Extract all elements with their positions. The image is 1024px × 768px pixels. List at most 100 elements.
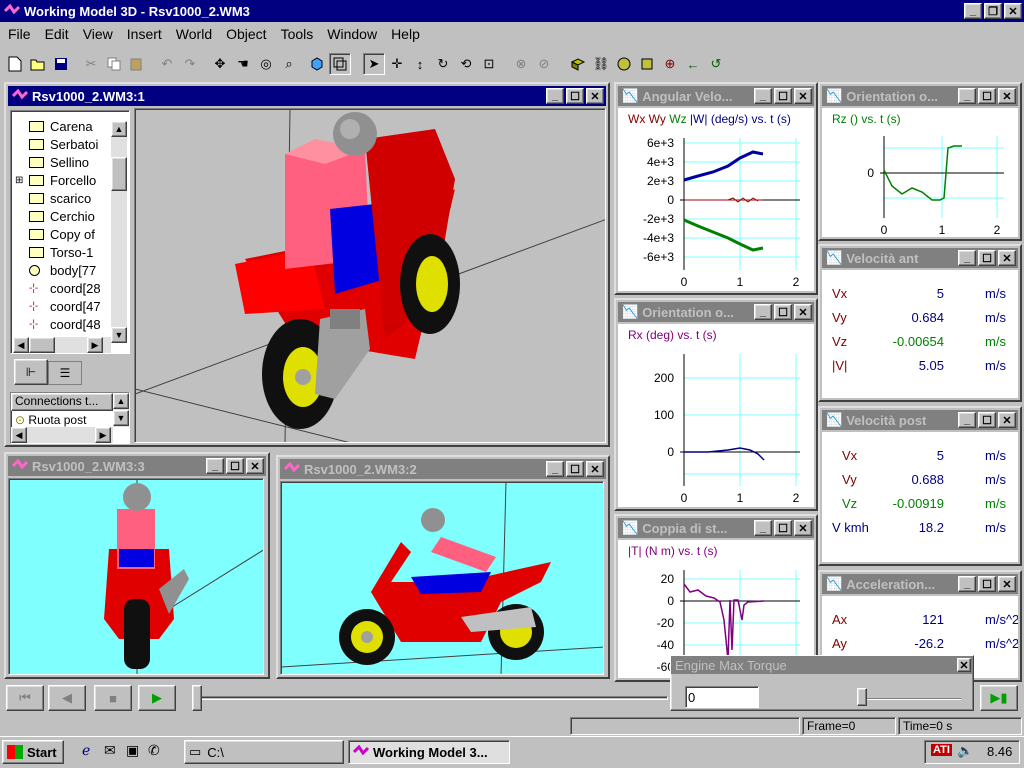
front-maximize-button[interactable]: ☐ bbox=[226, 458, 244, 474]
paste-icon[interactable] bbox=[126, 53, 148, 75]
rotate-z-tool-icon[interactable]: ⟲ bbox=[455, 53, 477, 75]
rewind-button[interactable]: ⏮ bbox=[6, 685, 44, 711]
taskbar-item-working-model[interactable]: Working Model 3... bbox=[348, 740, 510, 764]
close-button[interactable]: ✕ bbox=[1004, 3, 1022, 19]
step-back-button[interactable]: ◀ bbox=[48, 685, 86, 711]
scroll-thumb[interactable] bbox=[111, 157, 127, 191]
torque-maximize-button[interactable]: ☐ bbox=[774, 520, 792, 536]
open-folder-icon[interactable] bbox=[27, 53, 49, 75]
tree-item[interactable]: -¦- coord[47 bbox=[15, 297, 109, 315]
scroll-down-icon[interactable]: ▼ bbox=[111, 327, 127, 343]
cut-icon[interactable]: ✂ bbox=[80, 53, 102, 75]
play-button[interactable]: ▶ bbox=[138, 685, 176, 711]
side-minimize-button[interactable]: _ bbox=[546, 461, 564, 477]
side-close-button[interactable]: ✕ bbox=[586, 461, 604, 477]
hand-icon[interactable]: ☚ bbox=[232, 53, 254, 75]
vertical-tool-icon[interactable]: ↕ bbox=[409, 53, 431, 75]
stop-button[interactable]: ■ bbox=[94, 685, 132, 711]
timeline-thumb[interactable] bbox=[192, 685, 202, 711]
channel-icon[interactable]: ✆ bbox=[148, 742, 160, 759]
front-close-button[interactable]: ✕ bbox=[246, 458, 264, 474]
step-forward-button[interactable]: ▶▮ bbox=[980, 685, 1018, 711]
arrow-left-icon[interactable]: ← bbox=[682, 53, 704, 75]
tree-item[interactable]: body[77 bbox=[15, 261, 109, 279]
menu-window[interactable]: Window bbox=[327, 26, 377, 44]
angular-close-button[interactable]: ✕ bbox=[794, 88, 812, 104]
translate-tool-icon[interactable]: ✛ bbox=[386, 53, 408, 75]
connections-header[interactable]: Connections t... bbox=[11, 393, 113, 411]
rz-graph-plot[interactable]: Rz () vs. t (s) 0 0 1 2 bbox=[822, 108, 1018, 237]
main-close-button[interactable]: ✕ bbox=[586, 88, 604, 104]
rx-minimize-button[interactable]: _ bbox=[754, 304, 772, 320]
post-minimize-button[interactable]: _ bbox=[958, 412, 976, 428]
torque-minimize-button[interactable]: _ bbox=[754, 520, 772, 536]
list-view-tab[interactable]: ☰ bbox=[48, 361, 82, 385]
side-maximize-button[interactable]: ☐ bbox=[566, 461, 584, 477]
scroll-up-icon[interactable]: ▲ bbox=[111, 121, 127, 137]
scroll-right-icon[interactable]: ▶ bbox=[87, 337, 103, 353]
move-icon[interactable]: ✥ bbox=[209, 53, 231, 75]
menu-object[interactable]: Object bbox=[226, 26, 266, 44]
box-body-icon[interactable] bbox=[567, 53, 589, 75]
view-wire-icon[interactable] bbox=[329, 53, 351, 75]
tree-item[interactable]: Cerchio bbox=[15, 207, 109, 225]
new-file-icon[interactable] bbox=[4, 53, 26, 75]
ant-maximize-button[interactable]: ☐ bbox=[978, 250, 996, 266]
rz-minimize-button[interactable]: _ bbox=[958, 88, 976, 104]
redo-icon[interactable]: ↷ bbox=[179, 53, 201, 75]
front-3d-viewport[interactable] bbox=[8, 478, 264, 675]
outlook-icon[interactable]: ✉ bbox=[104, 742, 116, 759]
tree-hscrollbar[interactable]: ◀ ▶ bbox=[13, 337, 111, 353]
ati-icon[interactable]: ATI bbox=[931, 744, 952, 756]
post-close-button[interactable]: ✕ bbox=[998, 412, 1016, 428]
scroll-left-icon[interactable]: ◀ bbox=[13, 337, 29, 353]
save-icon[interactable] bbox=[50, 53, 72, 75]
orbit-icon[interactable]: ◎ bbox=[255, 53, 277, 75]
rx-maximize-button[interactable]: ☐ bbox=[774, 304, 792, 320]
acc-minimize-button[interactable]: _ bbox=[958, 576, 976, 592]
acc-close-button[interactable]: ✕ bbox=[998, 576, 1016, 592]
taskbar-item-c-drive[interactable]: ▭ C:\ bbox=[184, 740, 344, 764]
split-icon[interactable]: ⊘ bbox=[533, 53, 555, 75]
join-icon[interactable]: ⊗ bbox=[510, 53, 532, 75]
main-minimize-button[interactable]: _ bbox=[546, 88, 564, 104]
rotate-tool-icon[interactable]: ↻ bbox=[432, 53, 454, 75]
tree-item[interactable]: Sellino bbox=[15, 153, 109, 171]
expand-icon[interactable]: ⊞ bbox=[15, 175, 29, 186]
tree-item[interactable]: -¦- coord[28 bbox=[15, 279, 109, 297]
tree-view-tab[interactable]: ⊩ bbox=[14, 359, 48, 385]
ant-close-button[interactable]: ✕ bbox=[998, 250, 1016, 266]
rx-graph-plot[interactable]: Rx (deg) vs. t (s) 200 100 0 0 1 2 bbox=[618, 324, 814, 507]
main-maximize-button[interactable]: ☐ bbox=[566, 88, 584, 104]
tree-item[interactable]: Serbatoi bbox=[15, 135, 109, 153]
engine-close-button[interactable]: ✕ bbox=[957, 658, 971, 672]
connections-hscrollbar[interactable]: ◀ ▶ bbox=[11, 427, 113, 443]
hscroll-thumb[interactable] bbox=[29, 337, 55, 353]
sphere-icon[interactable] bbox=[613, 53, 635, 75]
link-icon[interactable]: ⛓ bbox=[590, 53, 612, 75]
menu-view[interactable]: View bbox=[83, 26, 113, 44]
angular-maximize-button[interactable]: ☐ bbox=[774, 88, 792, 104]
menu-file[interactable]: File bbox=[8, 26, 31, 44]
torque-close-button[interactable]: ✕ bbox=[794, 520, 812, 536]
timeline-track[interactable] bbox=[192, 696, 668, 700]
tree-vscrollbar[interactable]: ▲ ▼ bbox=[111, 121, 127, 343]
tree-item[interactable]: Copy of bbox=[15, 225, 109, 243]
desktop-icon[interactable]: ▣ bbox=[126, 742, 139, 759]
scroll-right-icon[interactable]: ▶ bbox=[95, 427, 111, 443]
menu-world[interactable]: World bbox=[176, 26, 212, 44]
start-button[interactable]: Start bbox=[2, 740, 64, 764]
tree-item[interactable]: Carena bbox=[15, 117, 109, 135]
angular-minimize-button[interactable]: _ bbox=[754, 88, 772, 104]
tree-item[interactable]: scarico bbox=[15, 189, 109, 207]
volume-icon[interactable]: 🔈 bbox=[957, 743, 973, 759]
scroll-up-icon[interactable]: ▲ bbox=[113, 393, 129, 409]
attach-tool-icon[interactable]: ⊡ bbox=[478, 53, 500, 75]
cube-icon[interactable] bbox=[636, 53, 658, 75]
zoom-icon[interactable]: ⌕ bbox=[278, 53, 300, 75]
post-maximize-button[interactable]: ☐ bbox=[978, 412, 996, 428]
menu-insert[interactable]: Insert bbox=[127, 26, 162, 44]
side-3d-viewport[interactable] bbox=[280, 481, 604, 675]
tree-item[interactable]: -¦- coord[48 bbox=[15, 315, 109, 333]
menu-help[interactable]: Help bbox=[391, 26, 420, 44]
